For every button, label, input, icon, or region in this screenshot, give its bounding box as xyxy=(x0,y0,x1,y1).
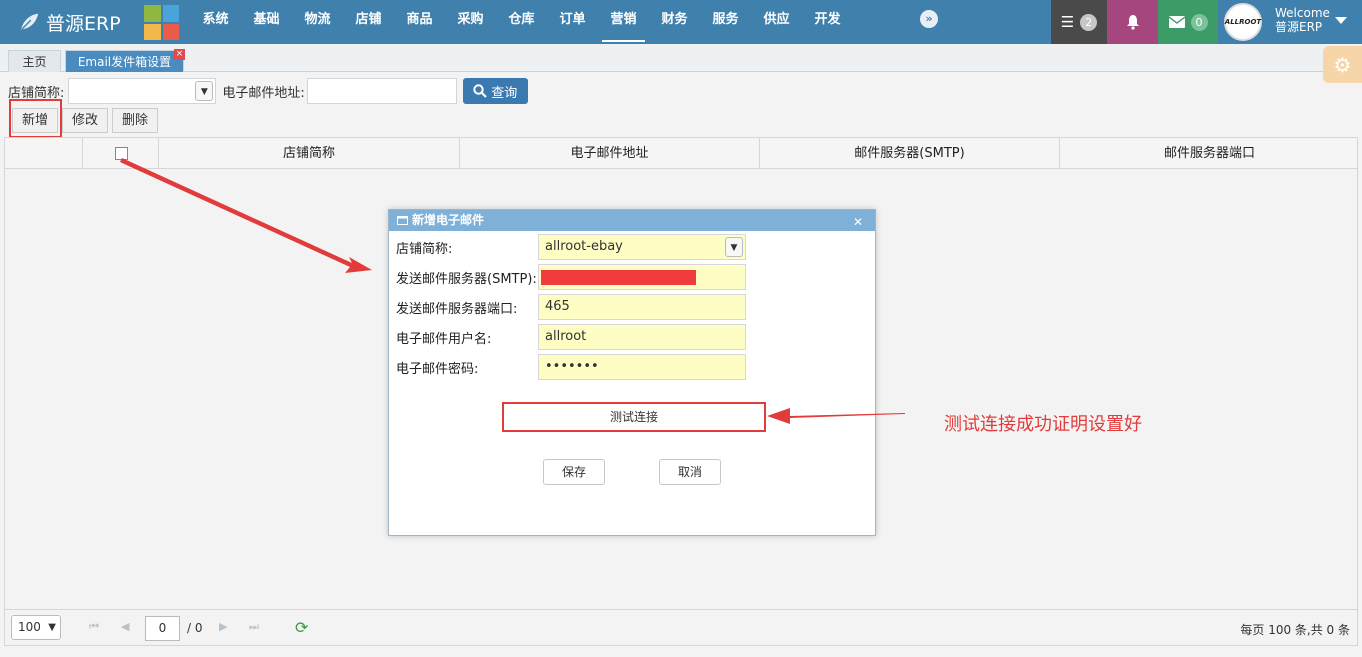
arrow-to-dialog xyxy=(120,158,372,273)
arrow-to-test-button xyxy=(767,408,905,424)
annotation-arrows xyxy=(120,158,905,424)
